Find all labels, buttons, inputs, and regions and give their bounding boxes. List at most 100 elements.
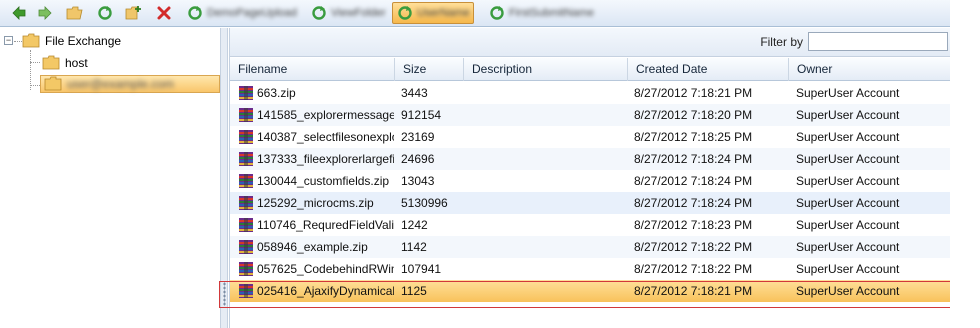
refresh-icon	[96, 4, 114, 22]
table-row[interactable]: 130044_customfields.zip 13043 8/27/2012 7:…	[230, 170, 951, 192]
view-folder-button[interactable]: ViewFolder	[306, 2, 390, 24]
cell-created-date: 8/27/2012 7:18:21 PM	[634, 86, 753, 100]
cell-description	[470, 170, 620, 192]
splitter-grip-icon[interactable]	[223, 282, 226, 306]
table-row[interactable]: 110746_RequredFieldValid 1242 8/27/2012 7:…	[230, 214, 951, 236]
filter-bar: Filter by	[230, 28, 950, 57]
toolbar-button-label: UserName	[417, 7, 470, 19]
tree-node-user[interactable]: user@example.com	[40, 75, 220, 93]
toolbar-button-label: DemoPageUpload	[207, 7, 297, 19]
cell-description	[470, 148, 620, 170]
first-submit-name-button[interactable]: FirstSubmitName	[484, 2, 598, 24]
tree-node-host[interactable]: host	[42, 53, 88, 73]
table-row[interactable]: 663.zip 3443 8/27/2012 7:18:21 PM SuperUser…	[230, 82, 951, 104]
demo-page-upload-button[interactable]: DemoPageUpload	[182, 2, 301, 24]
back-button[interactable]	[6, 2, 32, 24]
back-arrow-icon	[10, 4, 28, 22]
cell-description	[470, 280, 620, 302]
table-row[interactable]: 137333_fileexplorerlargefil 24696 8/27/201…	[230, 148, 951, 170]
new-folder-button[interactable]	[121, 2, 147, 24]
open-folder-icon	[66, 4, 84, 22]
filename-text: 137333_fileexplorerlargefil	[257, 152, 394, 166]
grid-header: Filename Size Description Created Date O…	[230, 58, 951, 81]
filename-text: 025416_AjaxifyDynamicall	[257, 284, 394, 298]
refresh-icon	[186, 4, 204, 22]
column-header-created-date[interactable]: Created Date	[628, 58, 789, 81]
table-row[interactable]: 025416_AjaxifyDynamicall 1125 8/27/2012 7:…	[230, 280, 951, 302]
cell-created-date: 8/27/2012 7:18:22 PM	[634, 240, 753, 254]
cell-created-date: 8/27/2012 7:18:24 PM	[634, 196, 753, 210]
cell-owner: SuperUser Account	[796, 240, 900, 254]
cell-created-date: 8/27/2012 7:18:22 PM	[634, 262, 753, 276]
tree-node-root[interactable]: File Exchange	[22, 31, 121, 51]
splitter[interactable]	[220, 28, 228, 328]
cell-filename: 663.zip	[238, 82, 394, 104]
cell-created-date: 8/27/2012 7:18:21 PM	[634, 284, 753, 298]
table-row[interactable]: 057625_CodebehindRWin 107941 8/27/2012 7:1…	[230, 258, 951, 280]
cell-created-date: 8/27/2012 7:18:23 PM	[634, 218, 753, 232]
cell-created-date: 8/27/2012 7:18:20 PM	[634, 108, 753, 122]
zip-file-icon	[238, 261, 254, 277]
open-button[interactable]	[62, 2, 88, 24]
cell-description	[470, 192, 620, 214]
delete-icon	[155, 4, 173, 22]
filename-text: 058946_example.zip	[257, 240, 368, 254]
zip-file-icon	[238, 217, 254, 233]
cell-filename: 058946_example.zip	[238, 236, 394, 258]
tree-node-label: File Exchange	[45, 34, 122, 48]
table-row[interactable]: 125292_microcms.zip 5130996 8/27/2012 7:18…	[230, 192, 951, 214]
column-header-size[interactable]: Size	[395, 58, 464, 81]
column-header-description[interactable]: Description	[464, 58, 628, 81]
cell-owner: SuperUser Account	[796, 196, 900, 210]
cell-filename: 137333_fileexplorerlargefil	[238, 148, 394, 170]
cell-filename: 057625_CodebehindRWin	[238, 258, 394, 280]
refresh-icon	[488, 4, 506, 22]
cell-size: 3443	[401, 86, 428, 100]
refresh-button[interactable]	[92, 2, 118, 24]
folder-icon	[22, 33, 40, 48]
forward-button[interactable]	[32, 2, 58, 24]
file-grid: Filter by Filename Size Description Crea…	[229, 28, 951, 328]
zip-file-icon	[238, 85, 254, 101]
cell-owner: SuperUser Account	[796, 108, 900, 122]
filename-text: 663.zip	[257, 86, 296, 100]
toolbar-button-label: ViewFolder	[331, 7, 386, 19]
new-folder-icon	[125, 4, 143, 22]
filename-text: 057625_CodebehindRWin	[257, 262, 394, 276]
column-header-owner[interactable]: Owner	[789, 58, 951, 81]
table-row[interactable]: 140387_selectfilesonexplo 23169 8/27/2012 …	[230, 126, 951, 148]
cell-owner: SuperUser Account	[796, 262, 900, 276]
collapse-toggle[interactable]: −	[4, 36, 13, 45]
cell-created-date: 8/27/2012 7:18:24 PM	[634, 174, 753, 188]
refresh-icon	[396, 4, 414, 22]
folder-icon	[42, 55, 60, 70]
cell-description	[470, 236, 620, 258]
cell-owner: SuperUser Account	[796, 284, 900, 298]
table-row[interactable]: 141585_explorermessages 912154 8/27/2012 7…	[230, 104, 951, 126]
cell-size: 23169	[401, 130, 435, 144]
delete-button[interactable]	[151, 2, 177, 24]
tree-node-label: user@example.com	[67, 77, 174, 91]
filename-text: 110746_RequredFieldValid	[257, 218, 394, 232]
zip-file-icon	[238, 151, 254, 167]
folder-icon	[44, 76, 62, 91]
cell-filename: 130044_customfields.zip	[238, 170, 394, 192]
forward-arrow-icon	[36, 4, 54, 22]
cell-size: 24696	[401, 152, 435, 166]
cell-filename: 141585_explorermessages	[238, 104, 394, 126]
user-name-button[interactable]: UserName	[392, 2, 474, 24]
cell-owner: SuperUser Account	[796, 174, 900, 188]
filter-input[interactable]	[808, 32, 948, 51]
cell-owner: SuperUser Account	[796, 130, 900, 144]
filter-label: Filter by	[760, 35, 803, 49]
cell-created-date: 8/27/2012 7:18:24 PM	[634, 152, 753, 166]
table-row[interactable]: 058946_example.zip 1142 8/27/2012 7:18:22 …	[230, 236, 951, 258]
column-header-filename[interactable]: Filename	[230, 58, 395, 81]
cell-size: 1125	[401, 284, 427, 298]
cell-owner: SuperUser Account	[796, 86, 900, 100]
cell-description	[470, 126, 620, 148]
cell-size: 107941	[401, 262, 442, 276]
cell-description	[470, 82, 620, 104]
cell-size: 13043	[401, 174, 435, 188]
zip-file-icon	[238, 239, 254, 255]
